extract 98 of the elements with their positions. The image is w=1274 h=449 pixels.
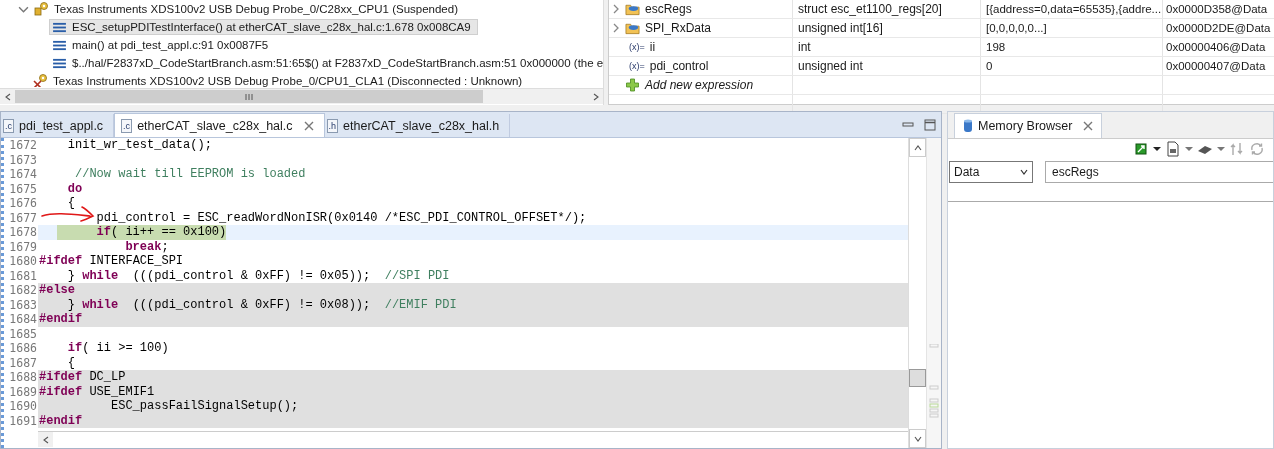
code-line: #ifdef DC_LP <box>39 370 126 385</box>
code-line: init_wr_test_data(); <box>67 138 212 153</box>
code-line: if( ii >= 100) <box>67 341 169 356</box>
expression-address: 0x00000407@Data <box>1166 60 1266 72</box>
line-number: 1678 <box>9 225 37 239</box>
chevron-right-icon <box>591 92 600 101</box>
editor-tab[interactable]: .c etherCAT_slave_c28x_hal.c <box>114 113 325 137</box>
debug-target-label[interactable]: Texas Instruments XDS100v2 USB Debug Probe_0/C28xx_CPU1 (Suspended) <box>54 3 458 15</box>
expression-type: unsigned int <box>798 59 863 73</box>
chevron-left-icon <box>41 435 50 444</box>
scroll-down-button[interactable] <box>909 429 926 448</box>
code-line: //Now wait till EEPROM is loaded <box>75 167 306 182</box>
code-line: #else <box>39 283 75 298</box>
memory-browser-tab[interactable]: Memory Browser <box>954 113 1103 138</box>
chevron-down-icon <box>1020 168 1028 176</box>
variable-symbol: (x)= <box>629 42 645 52</box>
line-number: 1688 <box>9 370 37 384</box>
line-number: 1681 <box>9 268 37 283</box>
expression-value: [0,0,0,0,0...] <box>986 22 1047 34</box>
code-line: { <box>67 196 75 211</box>
line-number: 1677 <box>9 210 37 225</box>
chevron-icon[interactable] <box>611 4 621 14</box>
editor-tab[interactable]: .h etherCAT_slave_c28x_hal.h <box>324 114 511 137</box>
maximize-icon[interactable] <box>924 119 936 131</box>
address-input-field[interactable]: escRegs <box>1045 161 1273 183</box>
code-line: do <box>67 181 83 196</box>
folder-icon <box>625 21 640 35</box>
stack-frame-item[interactable]: main() at pdi_test_appl.c:91 0x0087F5 <box>49 37 276 53</box>
folder-icon <box>625 2 640 16</box>
expression-name: SPI_RxData <box>645 21 712 35</box>
code-line: } while (((pdi_control & 0xFF) != 0x05)); //SPI PDI <box>67 268 450 283</box>
code-line: break; <box>125 239 169 254</box>
stack-frame-icon <box>53 57 66 69</box>
expression-value: 198 <box>986 41 1006 53</box>
chevron-left-icon <box>3 92 12 101</box>
stack-frame-item[interactable]: ESC_setupPDITestInterface() at etherCAT_slave_c28x_hal.c:1.678 0x008CA9 <box>49 19 478 35</box>
code-line: ESC_passFailSignalSetup(); <box>111 399 299 414</box>
line-number: 1683 <box>9 297 37 312</box>
scroll-thumb[interactable] <box>909 369 926 387</box>
code-line: #endif <box>39 413 83 428</box>
line-number: 1682 <box>9 283 37 297</box>
line-number: 1684 <box>9 312 37 326</box>
chevron-down-icon <box>913 434 922 443</box>
add-expression-link[interactable]: Add new expression <box>645 78 754 92</box>
variable-symbol: (x)= <box>629 61 645 71</box>
memory-space-dropdown[interactable]: Data <box>949 161 1033 183</box>
plus-icon[interactable] <box>625 78 640 92</box>
line-number: 1673 <box>9 152 37 167</box>
line-number: 1690 <box>9 399 37 413</box>
expression-name: ii <box>649 40 656 54</box>
line-number: 1680 <box>9 254 37 268</box>
code-line: #endif <box>39 312 83 327</box>
line-number: 1691 <box>9 413 37 428</box>
code-line: } while (((pdi_control & 0xFF) != 0x08)); //EMIF PDI <box>67 297 457 312</box>
line-number: 1689 <box>9 384 37 399</box>
chevron-up-icon <box>913 143 922 152</box>
scroll-up-button[interactable] <box>909 138 926 157</box>
line-number: 1686 <box>9 341 37 355</box>
line-number: 1676 <box>9 196 37 210</box>
expression-address: 0x0000D358@Data <box>1166 3 1268 15</box>
stack-frame-item[interactable]: $../hal/F2837xD_CodeStartBranch.asm:51:65$() at F2837xD_CodeStartBranch.asm:51 0x000000 (the e <box>49 55 603 71</box>
expression-value: [{address=0,data=65535},{addre... <box>986 3 1162 15</box>
expression-address: 0x00000406@Data <box>1166 41 1266 53</box>
line-number: 1672 <box>9 138 37 152</box>
file-icon: .c <box>121 118 133 133</box>
caret-icon[interactable] <box>1153 145 1161 153</box>
stack-frame-icon <box>53 39 66 51</box>
cylinder-icon <box>963 118 973 134</box>
line-number: 1674 <box>9 167 37 181</box>
refresh-icon[interactable] <box>1249 141 1265 157</box>
expression-type: int <box>798 40 811 54</box>
scroll-left-button[interactable] <box>38 432 53 447</box>
line-number: 1685 <box>9 326 37 341</box>
chevron-icon[interactable] <box>611 23 621 33</box>
document-icon[interactable] <box>1165 141 1181 157</box>
code-line: #ifdef INTERFACE_SPI <box>39 254 184 269</box>
code-line: pdi_control = ESC_readWordNonISR(0x0140 /*ESC_PDI_CONTROL_OFFSET*/); <box>96 210 587 225</box>
stack-frame-icon <box>53 21 66 33</box>
code-line: #ifdef USE_EMIF1 <box>39 384 155 399</box>
close-icon[interactable] <box>303 120 314 131</box>
sync-arrows-icon[interactable] <box>1229 141 1245 157</box>
expression-address: 0x0000D2DE@Data <box>1166 22 1271 34</box>
expression-name: escRegs <box>645 2 692 16</box>
line-number: 1679 <box>9 239 37 254</box>
grip-icon <box>245 92 253 101</box>
file-icon: .c <box>3 118 14 133</box>
close-icon[interactable] <box>1083 121 1094 131</box>
expression-name: pdi_control <box>649 59 709 73</box>
file-icon: .h <box>326 118 339 133</box>
expression-type: unsigned int[16] <box>798 21 883 35</box>
debug-target-label[interactable]: Texas Instruments XDS100v2 USB Debug Probe_0/CPU1_CLA1 (Disconnected : Unknown) <box>53 75 523 87</box>
chip-icon[interactable] <box>1133 141 1149 157</box>
expression-value: 0 <box>986 60 993 72</box>
code-line: { <box>67 355 75 370</box>
line-number: 1675 <box>9 181 37 196</box>
scroll-thumb[interactable] <box>15 90 483 103</box>
expression-type: struct esc_et1100_regs[20] <box>798 2 942 16</box>
line-number: 1687 <box>9 355 37 370</box>
